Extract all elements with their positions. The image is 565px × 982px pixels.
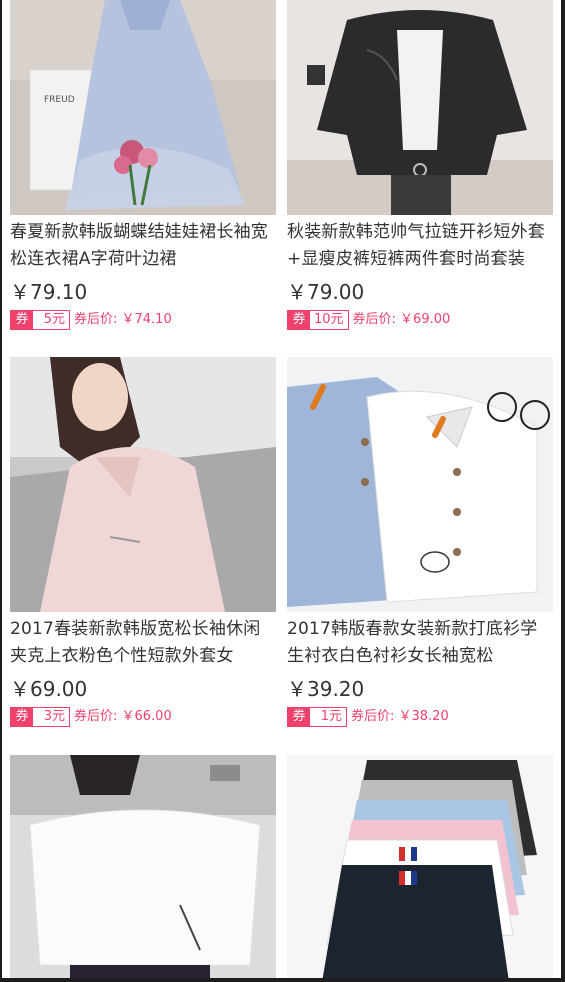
- coupon-tag: 券: [11, 708, 33, 726]
- product-title[interactable]: 秋装新款韩范帅气拉链开衫短外套+显瘦皮裤短裤两件套时尚套装: [287, 219, 553, 273]
- product-card[interactable]: FREUD 春夏新款韩版蝴蝶结娃娃裙长袖宽松连衣裙A字荷叶边裙 ￥79.10 券…: [10, 0, 276, 331]
- frame-edge-left: [0, 0, 2, 982]
- coupon-value: 5元: [43, 312, 65, 327]
- product-image[interactable]: [287, 755, 553, 982]
- coupon-badge[interactable]: 券 10元: [287, 310, 349, 330]
- product-title[interactable]: 2017韩版春款女装新款打底衫学生衬衣白色衬衫女长袖宽松: [287, 616, 553, 670]
- product-price: ￥79.10: [10, 280, 88, 304]
- product-title[interactable]: 春夏新款韩版蝴蝶结娃娃裙长袖宽松连衣裙A字荷叶边裙: [10, 219, 276, 273]
- coupon-row[interactable]: 券 5元 券后价: ￥74.10: [10, 309, 276, 331]
- coupon-row[interactable]: 券 3元 券后价: ￥66.00: [10, 706, 276, 728]
- after-coupon-price: 券后价: ￥69.00: [352, 312, 451, 327]
- product-card[interactable]: 秋装新款韩范帅气拉链开衫短外套+显瘦皮裤短裤两件套时尚套装 ￥79.00 券 1…: [287, 0, 553, 331]
- product-card[interactable]: 2017春装新款韩版宽松长袖休闲夹克上衣粉色个性短款外套女 ￥69.00 券 3…: [10, 357, 276, 728]
- frame-edge-right: [561, 0, 565, 982]
- product-card[interactable]: 2017韩版春款女装新款打底衫学生衬衣白色衬衫女长袖宽松 ￥39.20 券 1元…: [287, 357, 553, 728]
- product-card[interactable]: [10, 755, 276, 982]
- coupon-badge[interactable]: 券 5元: [10, 310, 70, 330]
- coupon-value: 10元: [314, 312, 344, 327]
- product-title[interactable]: 2017春装新款韩版宽松长袖休闲夹克上衣粉色个性短款外套女: [10, 616, 276, 670]
- coupon-row[interactable]: 券 1元 券后价: ￥38.20: [287, 706, 553, 728]
- frame-edge-bottom: [0, 978, 565, 982]
- coupon-tag: 券: [288, 708, 310, 726]
- after-coupon-price: 券后价: ￥38.20: [351, 709, 449, 724]
- coupon-badge[interactable]: 券 3元: [10, 707, 70, 727]
- coupon-tag: 券: [288, 311, 310, 329]
- product-image[interactable]: FREUD: [10, 0, 276, 215]
- after-coupon-price: 券后价: ￥66.00: [74, 709, 172, 724]
- coupon-tag: 券: [11, 311, 33, 329]
- product-price: ￥79.00: [287, 280, 365, 304]
- coupon-row[interactable]: 券 10元 券后价: ￥69.00: [287, 309, 553, 331]
- product-image[interactable]: [287, 0, 553, 215]
- product-image[interactable]: [10, 357, 276, 612]
- product-price: ￥39.20: [287, 677, 365, 701]
- coupon-value: 1元: [320, 709, 342, 724]
- product-card[interactable]: [287, 755, 553, 982]
- product-grid-page: FREUD 春夏新款韩版蝴蝶结娃娃裙长袖宽松连衣裙A字荷叶边裙 ￥79.10 券…: [0, 0, 565, 982]
- product-price: ￥69.00: [10, 677, 88, 701]
- after-coupon-price: 券后价: ￥74.10: [74, 312, 172, 327]
- product-image[interactable]: [287, 357, 553, 612]
- product-image[interactable]: [10, 755, 276, 982]
- coupon-badge[interactable]: 券 1元: [287, 707, 347, 727]
- image-brand-text: FREUD: [44, 95, 75, 105]
- coupon-value: 3元: [43, 709, 65, 724]
